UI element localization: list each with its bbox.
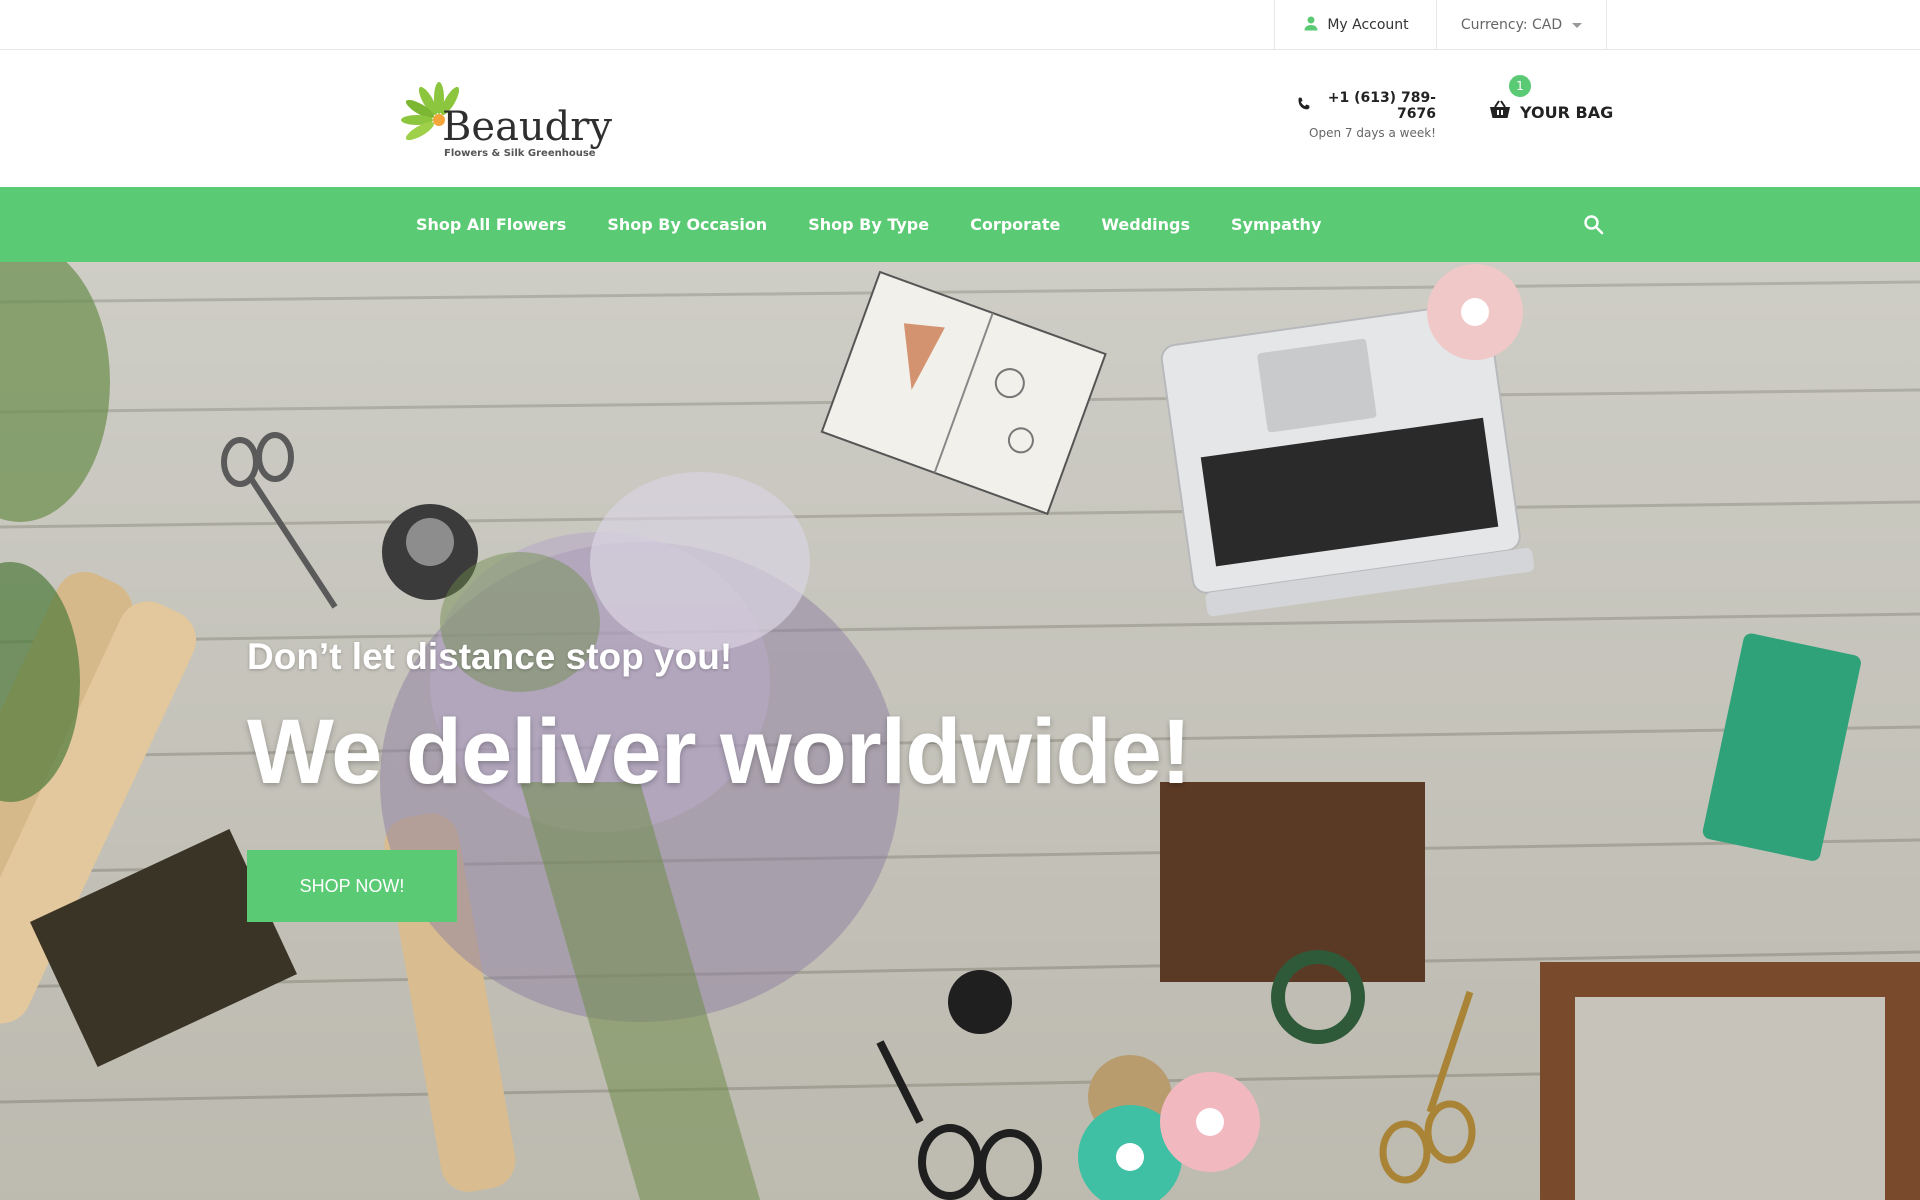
hero-subtitle: Don’t let distance stop you! <box>247 636 733 677</box>
user-icon <box>1303 15 1319 35</box>
nav-menu: Shop All Flowers Shop By Occasion Shop B… <box>416 187 1362 262</box>
my-account-link[interactable]: My Account <box>1274 0 1437 50</box>
nav-item-weddings[interactable]: Weddings <box>1101 215 1190 234</box>
nav-item-sympathy[interactable]: Sympathy <box>1231 215 1321 234</box>
search-icon[interactable] <box>1582 213 1606 237</box>
currency-selector[interactable]: Currency: CAD <box>1436 0 1607 50</box>
caret-down-icon <box>1572 22 1583 28</box>
phone-icon <box>1296 96 1312 116</box>
logo-name: Beaudry <box>442 104 612 150</box>
nav-item-shop-by-type[interactable]: Shop By Type <box>808 215 929 234</box>
phone-number[interactable]: +1 (613) 789-7676 <box>1316 90 1436 122</box>
shop-now-button[interactable]: SHOP NOW! <box>247 850 457 922</box>
logo-tagline: Flowers & Silk Greenhouse <box>444 148 596 159</box>
your-bag-label: YOUR BAG <box>1520 102 1614 122</box>
shopping-basket-icon <box>1488 100 1512 124</box>
nav-item-corporate[interactable]: Corporate <box>970 215 1060 234</box>
phone-hours-note: Open 7 days a week! <box>1309 126 1436 140</box>
bag-count-badge: 1 <box>1507 73 1533 99</box>
your-bag-button[interactable]: YOUR BAG <box>1488 100 1613 124</box>
nav-item-shop-by-occasion[interactable]: Shop By Occasion <box>607 215 767 234</box>
nav-item-shop-all-flowers[interactable]: Shop All Flowers <box>416 215 566 234</box>
currency-label: Currency: CAD <box>1460 17 1563 33</box>
hero-title: We deliver worldwide! <box>247 701 1192 803</box>
my-account-label: My Account <box>1327 17 1409 33</box>
main-nav: Shop All Flowers Shop By Occasion Shop B… <box>0 187 1920 262</box>
top-utility-bar: My Account Currency: CAD <box>0 0 1920 50</box>
hero-text: Don’t let distance stop you! We deliver … <box>247 636 1192 805</box>
site-logo[interactable]: Beaudry Flowers & Silk Greenhouse <box>394 70 612 170</box>
site-header: Beaudry Flowers & Silk Greenhouse +1 (61… <box>0 50 1920 187</box>
hero-banner: Don’t let distance stop you! We deliver … <box>0 262 1920 1200</box>
contact-phone: +1 (613) 789-7676 Open 7 days a week! <box>1296 90 1436 140</box>
